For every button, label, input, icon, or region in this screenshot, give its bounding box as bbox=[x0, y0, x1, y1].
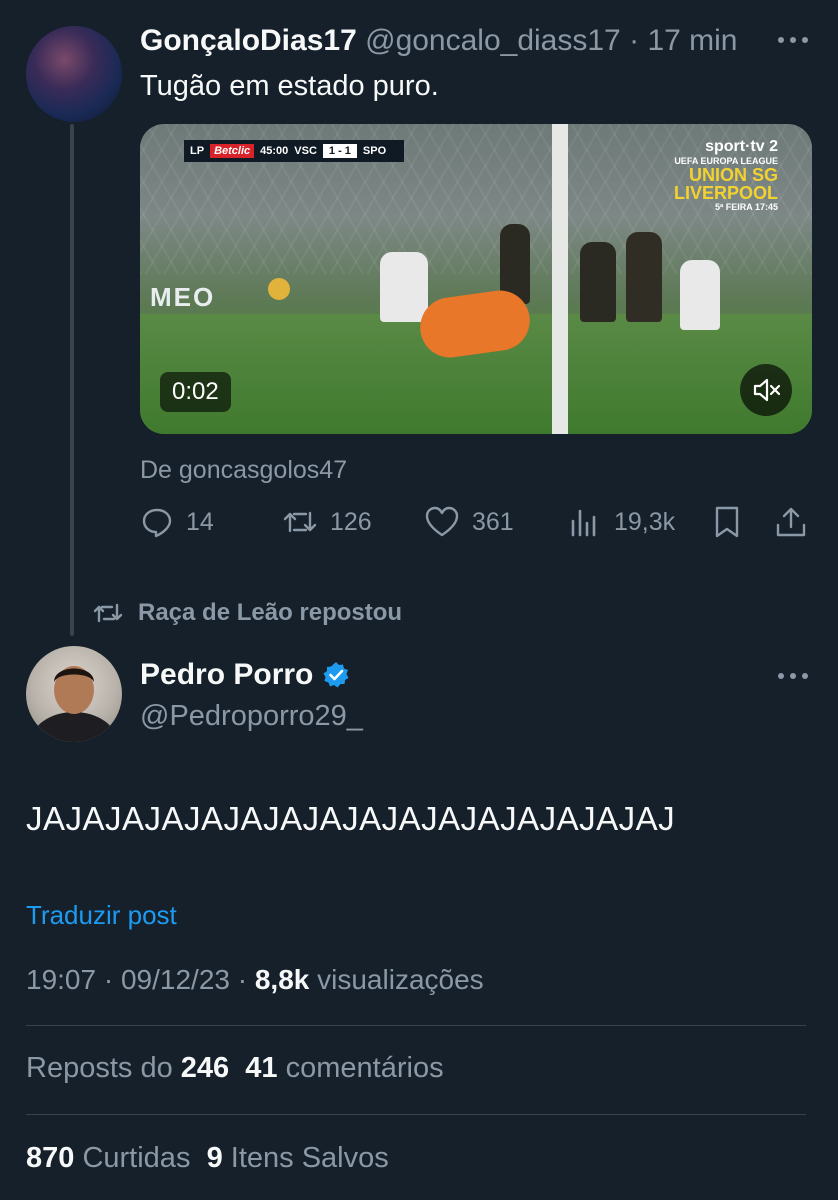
more-icon[interactable] bbox=[773, 30, 813, 50]
verified-badge-icon bbox=[321, 660, 351, 690]
saves-label[interactable]: Itens Salvos bbox=[231, 1142, 389, 1174]
views-count: 19,3k bbox=[614, 507, 676, 536]
repost-count: 126 bbox=[330, 507, 372, 536]
repost-icon bbox=[282, 505, 318, 539]
video-source[interactable]: De goncasgolos47 bbox=[140, 456, 347, 485]
likes-count[interactable]: 870 bbox=[26, 1142, 74, 1174]
like-count: 361 bbox=[472, 507, 514, 536]
tweet2-views-label: visualizações bbox=[317, 964, 484, 995]
tweet1-time[interactable]: 17 min bbox=[647, 24, 737, 57]
video-broadcast-overlay: sport·tv 2 UEFA EUROPA LEAGUE UNION SG L… bbox=[674, 138, 778, 212]
repost-indicator[interactable]: Raça de Leão repostou bbox=[92, 598, 402, 628]
divider bbox=[26, 1025, 806, 1026]
video-board-text: MEO bbox=[150, 282, 216, 312]
tweet2-author-handle[interactable]: @Pedroporro29_ bbox=[140, 700, 363, 733]
video-duration: 0:02 bbox=[160, 372, 231, 412]
tweet2-dot: · bbox=[237, 964, 248, 995]
reply-button[interactable]: 14 bbox=[140, 504, 214, 540]
repost-indicator-text: Raça de Leão repostou bbox=[138, 599, 403, 626]
tweet2-time[interactable]: 19:07 bbox=[26, 964, 96, 995]
translate-link[interactable]: Traduzir post bbox=[26, 900, 177, 931]
broadcaster-logo: sport·tv 2 bbox=[705, 138, 778, 155]
scorebug-clock: 45:00 bbox=[260, 145, 289, 157]
tweet1-separator: · bbox=[629, 24, 640, 57]
thread-line bbox=[70, 124, 74, 636]
avatar-goncalodias17[interactable] bbox=[26, 26, 122, 122]
mute-icon[interactable] bbox=[740, 364, 792, 416]
video-scorebug: LP Betclic 45:00 VSC 1 - 1 SPO bbox=[184, 140, 404, 162]
more-icon[interactable] bbox=[773, 666, 813, 686]
scorebug-score: 1 - 1 bbox=[322, 144, 357, 158]
video-player[interactable]: MEO LP Betclic 45:00 VSC 1 - 1 SPO sport… bbox=[140, 124, 812, 434]
video-player-figure bbox=[580, 242, 616, 322]
tweet2-author-line: Pedro Porro bbox=[140, 658, 351, 692]
video-player-figure bbox=[380, 252, 428, 322]
tweet2-stats-likes-saves: 870 Curtidas 9 Itens Salvos bbox=[26, 1142, 389, 1175]
views-button[interactable]: 19,3k bbox=[568, 504, 675, 540]
video-ball bbox=[268, 278, 290, 300]
tweet2-meta: 19:07 · 09/12/23 · 8,8k visualizações bbox=[26, 964, 484, 996]
tweet1-author-name[interactable]: GonçaloDias17 bbox=[140, 24, 357, 57]
comments-count[interactable]: 41 bbox=[245, 1052, 277, 1084]
tweet2-date[interactable]: 09/12/23 bbox=[121, 964, 230, 995]
video-goalpost bbox=[552, 124, 568, 434]
promo-when: 5ª FEIRA 17:45 bbox=[714, 202, 778, 212]
like-button[interactable]: 361 bbox=[424, 504, 514, 540]
bookmark-icon bbox=[712, 505, 742, 539]
repost-small-icon bbox=[92, 600, 124, 626]
tweet1-author-handle[interactable]: @goncalo_diass17 bbox=[365, 24, 621, 57]
divider bbox=[26, 1114, 806, 1115]
tweet2-dot: · bbox=[103, 964, 114, 995]
tweet2-text: JAJAJAJAJAJAJAJAJAJAJAJAJAJAJAJAJ bbox=[26, 800, 676, 837]
scorebug-home: VSC bbox=[294, 145, 317, 157]
tweet2-views-count: 8,8k bbox=[254, 964, 310, 995]
repost-button[interactable]: 126 bbox=[282, 504, 372, 540]
scorebug-away: SPO bbox=[362, 145, 387, 157]
video-player-figure bbox=[680, 260, 720, 330]
share-icon bbox=[774, 505, 808, 539]
tweet1-author-line: GonçaloDias17 @goncalo_diass17 · 17 min bbox=[140, 24, 737, 58]
reply-icon bbox=[140, 505, 174, 539]
bookmark-button[interactable] bbox=[712, 504, 742, 540]
share-button[interactable] bbox=[774, 504, 808, 540]
saves-count[interactable]: 9 bbox=[207, 1142, 223, 1174]
tweet2-author-name[interactable]: Pedro Porro bbox=[140, 658, 313, 692]
scorebug-league: LP bbox=[190, 145, 205, 157]
reposts-label[interactable]: Reposts do bbox=[26, 1052, 173, 1084]
promo-team2: LIVERPOOL bbox=[673, 183, 778, 203]
likes-label[interactable]: Curtidas bbox=[82, 1142, 190, 1174]
views-icon bbox=[568, 505, 602, 539]
comments-label[interactable]: comentários bbox=[286, 1052, 444, 1084]
reposts-count[interactable]: 246 bbox=[181, 1052, 229, 1084]
tweet1-text: Tugão em estado puro. bbox=[140, 70, 439, 102]
promo-team1: UNION SG bbox=[688, 165, 778, 185]
like-icon bbox=[424, 505, 460, 539]
scorebug-sponsor: Betclic bbox=[210, 144, 255, 158]
avatar-pedroporro[interactable] bbox=[26, 646, 122, 742]
video-player-figure bbox=[626, 232, 662, 322]
reply-count: 14 bbox=[186, 507, 214, 536]
tweet2-stats-reposts-comments: Reposts do 246 41 comentários bbox=[26, 1052, 444, 1085]
